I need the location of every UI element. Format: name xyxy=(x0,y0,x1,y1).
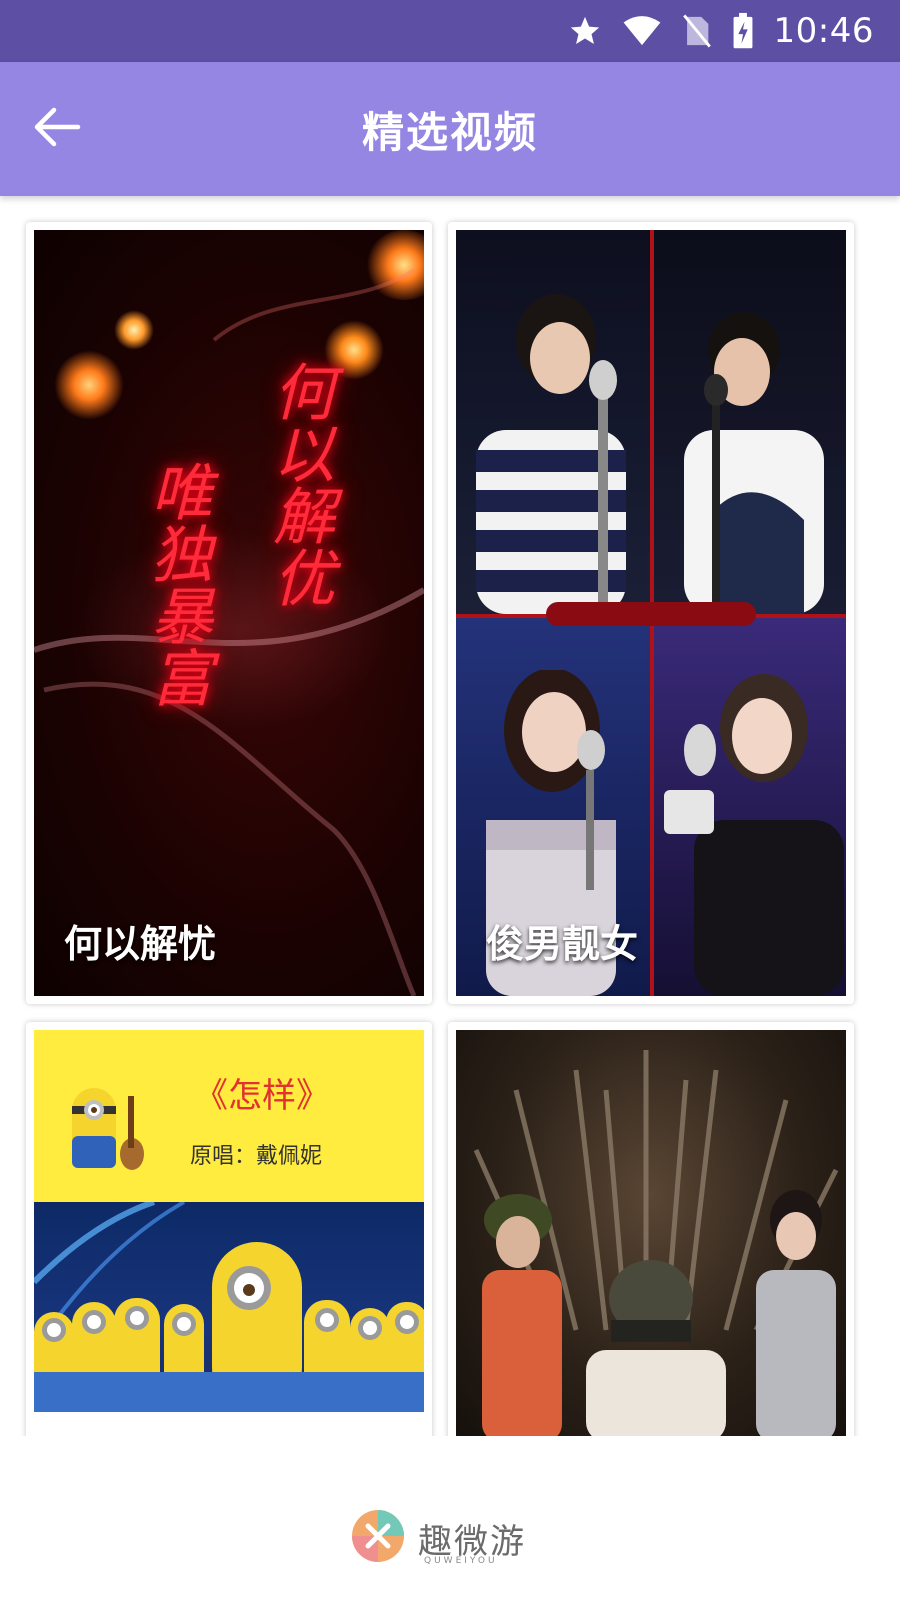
singer-figure xyxy=(684,312,824,614)
smoke-swirl xyxy=(34,268,424,996)
status-time: 10:46 xyxy=(773,11,874,51)
video-card[interactable] xyxy=(448,1022,854,1436)
watermark: 趣微游 QUWEIYOU xyxy=(350,1510,526,1566)
video-thumbnail xyxy=(456,1030,846,1436)
page-title: 精选视频 xyxy=(361,107,538,157)
watermark-subtext: QUWEIYOU xyxy=(424,1556,498,1566)
minion-guitar xyxy=(72,1088,144,1170)
back-button[interactable] xyxy=(22,94,92,164)
singer-figure xyxy=(476,294,626,614)
app-bar: 精选视频 xyxy=(0,62,900,196)
status-bar: 10:46 xyxy=(0,0,900,62)
singer-figure xyxy=(664,674,844,996)
game-scene xyxy=(473,1050,839,1436)
video-thumbnail: 《怎样》 原唱：戴佩妮 xyxy=(34,1030,424,1436)
art-text-line: 唯独暴富 xyxy=(140,460,213,708)
video-grid: 何以解优 唯独暴富 何以解忧 俊男靓女 《怎样》 原唱：戴佩妮 xyxy=(0,196,900,1436)
video-thumbnail: 俊男靓女 xyxy=(456,230,846,996)
title-banner: 《怎样》 原唱：戴佩妮 xyxy=(34,1030,424,1202)
video-caption: 何以解忧 xyxy=(64,922,217,966)
star-icon xyxy=(568,14,602,48)
video-card[interactable]: 《怎样》 原唱：戴佩妮 xyxy=(26,1022,432,1436)
arrow-left-icon xyxy=(32,105,82,153)
song-title: 《怎样》 xyxy=(194,1076,330,1116)
song-subtitle: 原唱：戴佩妮 xyxy=(190,1144,323,1169)
video-caption: 俊男靓女 xyxy=(486,922,639,966)
no-sim-icon xyxy=(682,14,712,48)
watermark-logo-icon xyxy=(350,1508,406,1568)
wifi-icon xyxy=(622,14,662,48)
battery-charging-icon xyxy=(732,12,754,50)
video-thumbnail: 何以解优 唯独暴富 何以解忧 xyxy=(34,230,424,996)
art-text-line: 何以解优 xyxy=(262,360,335,608)
minion-stage xyxy=(34,1202,424,1412)
video-card[interactable]: 何以解优 唯独暴富 何以解忧 xyxy=(26,222,432,1004)
video-card[interactable]: 俊男靓女 xyxy=(448,222,854,1004)
name-strip xyxy=(546,602,756,626)
